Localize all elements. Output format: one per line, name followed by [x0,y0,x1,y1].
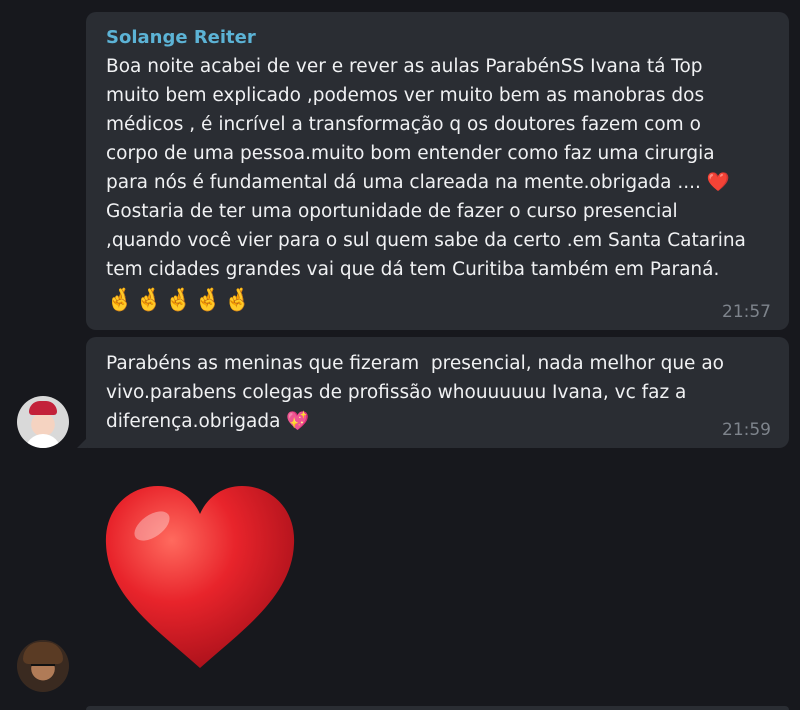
avatar-body [25,434,61,448]
avatar[interactable] [17,640,69,692]
message-text-part: Parabéns as meninas que fizeram presenci… [106,353,724,432]
avatar-glasses [31,664,55,672]
message-time: 21:59 [722,420,771,440]
red-heart-icon[interactable] [100,482,300,674]
sender-name[interactable]: Solange Reiter [106,26,769,50]
message-text-part: Boa noite acabei de ver e rever as aulas… [106,56,715,193]
next-message-bubble-edge [86,706,789,710]
avatar-hair [29,401,57,415]
message-text: Parabéns as meninas que fizeram presenci… [106,349,769,436]
heart-emoji-icon: ❤️ [706,172,730,193]
message-text: Boa noite acabei de ver e rever as aulas… [106,52,769,284]
fingers-crossed-emoji-row: 🤞🤞🤞🤞🤞 [106,288,253,313]
avatar[interactable] [17,396,69,448]
avatar-hair [23,642,63,664]
bubble-tail [77,438,87,448]
message-time: 21:57 [722,302,771,322]
chat-area: Solange Reiter Boa noite acabei de ver e… [0,0,800,710]
message-text-part: Gostaria de ter uma oportunidade de faze… [106,201,746,280]
message-bubble[interactable]: Solange Reiter Boa noite acabei de ver e… [86,12,789,330]
message-bubble[interactable]: Parabéns as meninas que fizeram presenci… [77,337,789,448]
sparkling-heart-emoji-icon: 💖 [286,411,310,432]
